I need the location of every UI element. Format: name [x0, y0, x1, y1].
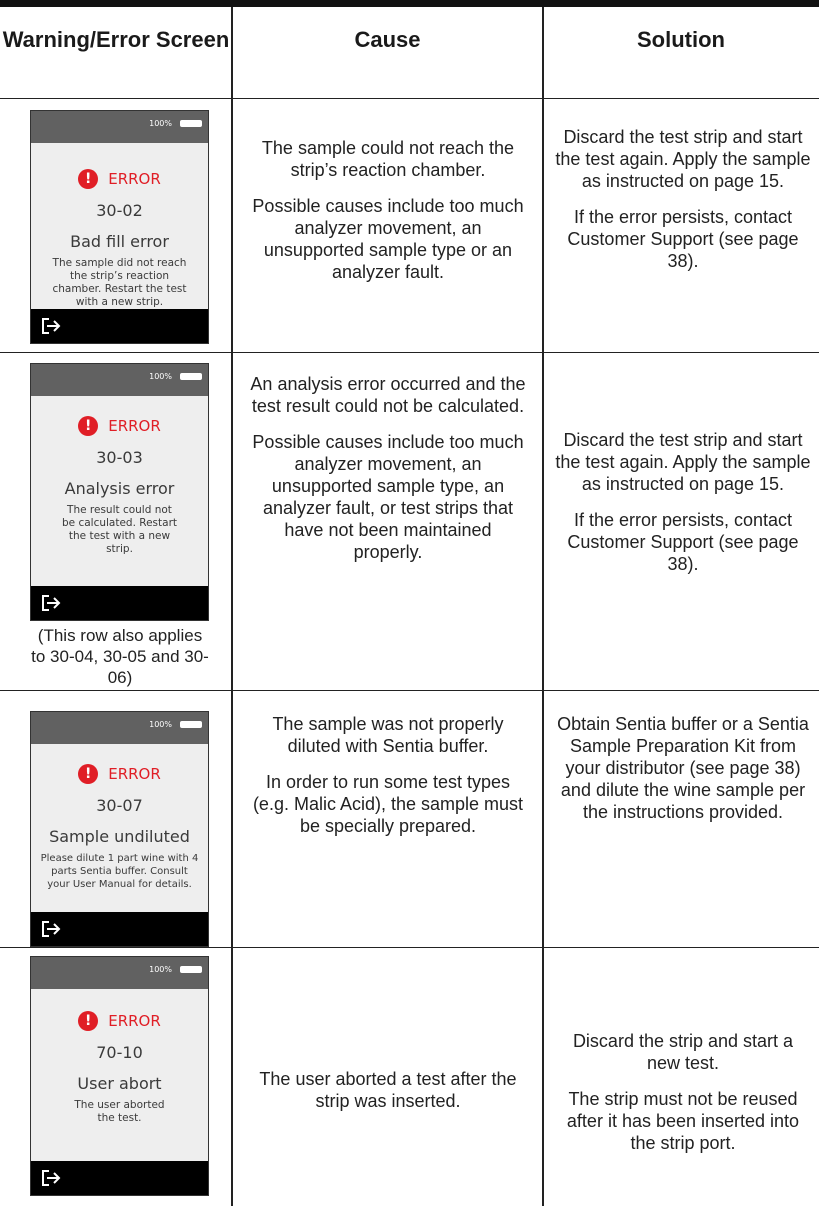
- exit-arrow-icon[interactable]: [41, 594, 63, 612]
- battery-icon: [180, 966, 202, 973]
- status-bar: 100%: [31, 712, 208, 744]
- cause-text: In order to run some test types (e.g. Ma…: [252, 772, 524, 836]
- battery-icon: [180, 721, 202, 728]
- device-screen: 100% ! ERROR 70-10 User abort The user a…: [30, 956, 209, 1196]
- bottom-bar: [31, 1161, 208, 1195]
- error-line: ! ERROR: [31, 764, 208, 784]
- battery-percent: 100%: [149, 965, 172, 974]
- exit-arrow-icon[interactable]: [41, 920, 63, 938]
- solution-cell: Discard the test strip and start the tes…: [555, 126, 811, 272]
- exit-arrow-icon[interactable]: [41, 317, 63, 335]
- device-screen: 100% ! ERROR 30-03 Analysis error The re…: [30, 363, 209, 621]
- header-screen: Warning/Error Screen: [2, 27, 230, 52]
- row-divider: [0, 352, 819, 353]
- cause-cell: The user aborted a test after the strip …: [250, 1068, 526, 1112]
- solution-text: Obtain Sentia buffer or a Sentia Sample …: [557, 714, 809, 822]
- battery-percent: 100%: [149, 119, 172, 128]
- column-divider: [542, 7, 544, 1206]
- exclamation-circle-icon: !: [78, 416, 99, 436]
- error-label: ERROR: [108, 417, 161, 435]
- device-screen: 100% ! ERROR 30-02 Bad fill error The sa…: [30, 110, 209, 344]
- solution-text: The strip must not be reused after it ha…: [566, 1089, 800, 1153]
- battery-icon: [180, 373, 202, 380]
- status-bar: 100%: [31, 364, 208, 396]
- battery-icon: [180, 120, 202, 127]
- cause-text: Possible causes include too much analyze…: [252, 432, 524, 562]
- screen-body: ! ERROR 30-02 Bad fill error The sample …: [31, 143, 208, 309]
- cause-text: The sample was not properly diluted with…: [272, 714, 504, 756]
- error-title: Sample undiluted: [49, 827, 190, 846]
- error-description: The result could not be calculated. Rest…: [61, 504, 178, 555]
- error-code: 30-02: [96, 201, 143, 220]
- battery-percent: 100%: [149, 372, 172, 381]
- row-divider: [0, 947, 819, 948]
- screen-body: ! ERROR 30-03 Analysis error The result …: [31, 396, 208, 556]
- cause-cell: An analysis error occurred and the test …: [250, 373, 526, 563]
- cause-text: The user aborted a test after the strip …: [259, 1069, 517, 1111]
- solution-text: If the error persists, contact Customer …: [567, 207, 799, 271]
- cause-text: The sample could not reach the strip’s r…: [261, 138, 515, 180]
- error-title: User abort: [77, 1074, 162, 1093]
- cause-text: Possible causes include too much analyze…: [252, 196, 524, 282]
- column-divider: [231, 7, 233, 1206]
- error-description: Please dilute 1 part wine with 4 parts S…: [40, 853, 199, 890]
- cause-text: An analysis error occurred and the test …: [250, 374, 526, 416]
- top-border: [0, 0, 819, 7]
- bottom-bar: [31, 586, 208, 620]
- error-label: ERROR: [108, 1012, 161, 1030]
- solution-cell: Discard the strip and start a new test. …: [555, 1030, 811, 1154]
- cause-cell: The sample was not properly diluted with…: [250, 713, 526, 837]
- solution-text: Discard the test strip and start the tes…: [555, 127, 811, 191]
- bottom-bar: [31, 912, 208, 946]
- battery-percent: 100%: [149, 720, 172, 729]
- error-label: ERROR: [108, 170, 161, 188]
- error-label: ERROR: [108, 765, 161, 783]
- solution-text: Discard the strip and start a new test.: [572, 1031, 794, 1073]
- solution-text: Discard the test strip and start the tes…: [555, 430, 811, 494]
- header-cause: Cause: [354, 27, 421, 52]
- error-line: ! ERROR: [31, 416, 208, 436]
- exclamation-circle-icon: !: [78, 169, 99, 189]
- device-screen: 100% ! ERROR 30-07 Sample undiluted Plea…: [30, 711, 209, 947]
- screen-body: ! ERROR 70-10 User abort The user aborte…: [31, 989, 208, 1125]
- error-code: 30-07: [96, 796, 143, 815]
- solution-cell: Discard the test strip and start the tes…: [555, 429, 811, 575]
- row-note: (This row also applies to 30-04, 30-05 a…: [31, 626, 209, 687]
- error-line: ! ERROR: [31, 1011, 208, 1031]
- status-bar: 100%: [31, 111, 208, 143]
- exclamation-circle-icon: !: [78, 1011, 99, 1031]
- row-divider: [0, 98, 819, 99]
- error-code: 30-03: [96, 448, 143, 467]
- error-title: Analysis error: [64, 479, 175, 498]
- bottom-bar: [31, 309, 208, 343]
- solution-cell: Obtain Sentia buffer or a Sentia Sample …: [555, 713, 811, 823]
- status-bar: 100%: [31, 957, 208, 989]
- solution-text: If the error persists, contact Customer …: [567, 510, 799, 574]
- row-divider: [0, 690, 819, 691]
- exit-arrow-icon[interactable]: [41, 1169, 63, 1187]
- error-description: The user aborted the test.: [74, 1099, 165, 1124]
- error-title: Bad fill error: [70, 232, 169, 251]
- screen-body: ! ERROR 30-07 Sample undiluted Please di…: [31, 744, 208, 891]
- exclamation-circle-icon: !: [78, 764, 99, 784]
- header-solution: Solution: [637, 27, 725, 52]
- error-code: 70-10: [96, 1043, 143, 1062]
- error-description: The sample did not reach the strip’s rea…: [52, 257, 187, 308]
- error-line: ! ERROR: [31, 169, 208, 189]
- cause-cell: The sample could not reach the strip’s r…: [250, 137, 526, 283]
